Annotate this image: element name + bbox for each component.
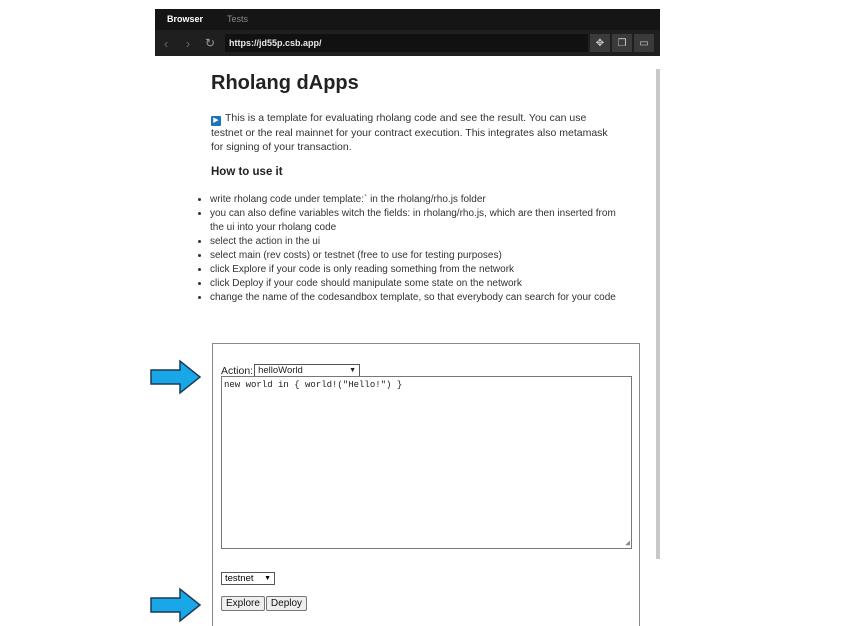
- list-item: you can also define variables witch the …: [210, 207, 630, 235]
- action-select-value: helloWorld: [258, 365, 303, 376]
- browser-tab-bar: Browser Tests: [155, 9, 660, 30]
- arrow-icon: [150, 587, 202, 623]
- list-item: write rholang code under template:` in t…: [210, 193, 630, 207]
- action-buttons: Explore Deploy: [221, 596, 308, 611]
- url-input[interactable]: https://jd55p.csb.app/: [225, 34, 588, 52]
- copy-icon[interactable]: ❐: [612, 34, 632, 52]
- back-icon[interactable]: ‹: [155, 36, 177, 51]
- steps-list: write rholang code under template:` in t…: [197, 193, 630, 305]
- code-text: new world in { world!("Hello!") }: [224, 380, 403, 390]
- refresh-icon[interactable]: ↻: [199, 36, 221, 50]
- tab-tests[interactable]: Tests: [215, 9, 260, 30]
- list-item: click Explore if your code is only readi…: [210, 263, 630, 277]
- page-title: Rholang dApps: [211, 72, 359, 94]
- arrow-icon: [150, 359, 202, 395]
- windows-icon[interactable]: ▭: [634, 34, 654, 52]
- play-icon: ▶: [211, 116, 221, 126]
- chevron-down-icon: ▼: [349, 367, 357, 374]
- list-item: select main (rev costs) or testnet (free…: [210, 249, 630, 263]
- intro-body: This is a template for evaluating rholan…: [211, 112, 608, 153]
- intro-text: ▶ This is a template for evaluating rhola…: [211, 111, 611, 154]
- browser-window: Browser Tests ‹ › ↻ https://jd55p.csb.ap…: [155, 9, 660, 626]
- url-bar: ‹ › ↻ https://jd55p.csb.app/ ✥ ❐ ▭: [155, 30, 660, 56]
- forward-icon[interactable]: ›: [177, 36, 199, 51]
- list-item: click Deploy if your code should manipul…: [210, 277, 630, 291]
- action-label: Action:: [221, 364, 254, 377]
- network-select-wrap: testnet ▼: [221, 568, 275, 586]
- deploy-button[interactable]: Deploy: [265, 596, 308, 611]
- network-select[interactable]: testnet ▼: [221, 572, 275, 585]
- scrollbar[interactable]: [656, 69, 660, 559]
- code-editor-textarea[interactable]: new world in { world!("Hello!") } ◢: [221, 376, 632, 549]
- extension-icon[interactable]: ✥: [590, 34, 610, 52]
- list-item: select the action in the ui: [210, 235, 630, 249]
- explore-button[interactable]: Explore: [221, 596, 265, 611]
- how-to-heading: How to use it: [211, 166, 283, 178]
- list-item: change the name of the codesandbox templ…: [210, 291, 630, 305]
- tab-browser[interactable]: Browser: [155, 9, 215, 30]
- page-content: Rholang dApps ▶ This is a template for ev…: [155, 56, 655, 626]
- chevron-down-icon: ▼: [264, 575, 271, 582]
- network-select-value: testnet: [225, 573, 254, 584]
- code-form-panel: Action: helloWorld ▼ new world in { worl…: [212, 343, 640, 626]
- resize-handle-icon[interactable]: ◢: [625, 538, 630, 548]
